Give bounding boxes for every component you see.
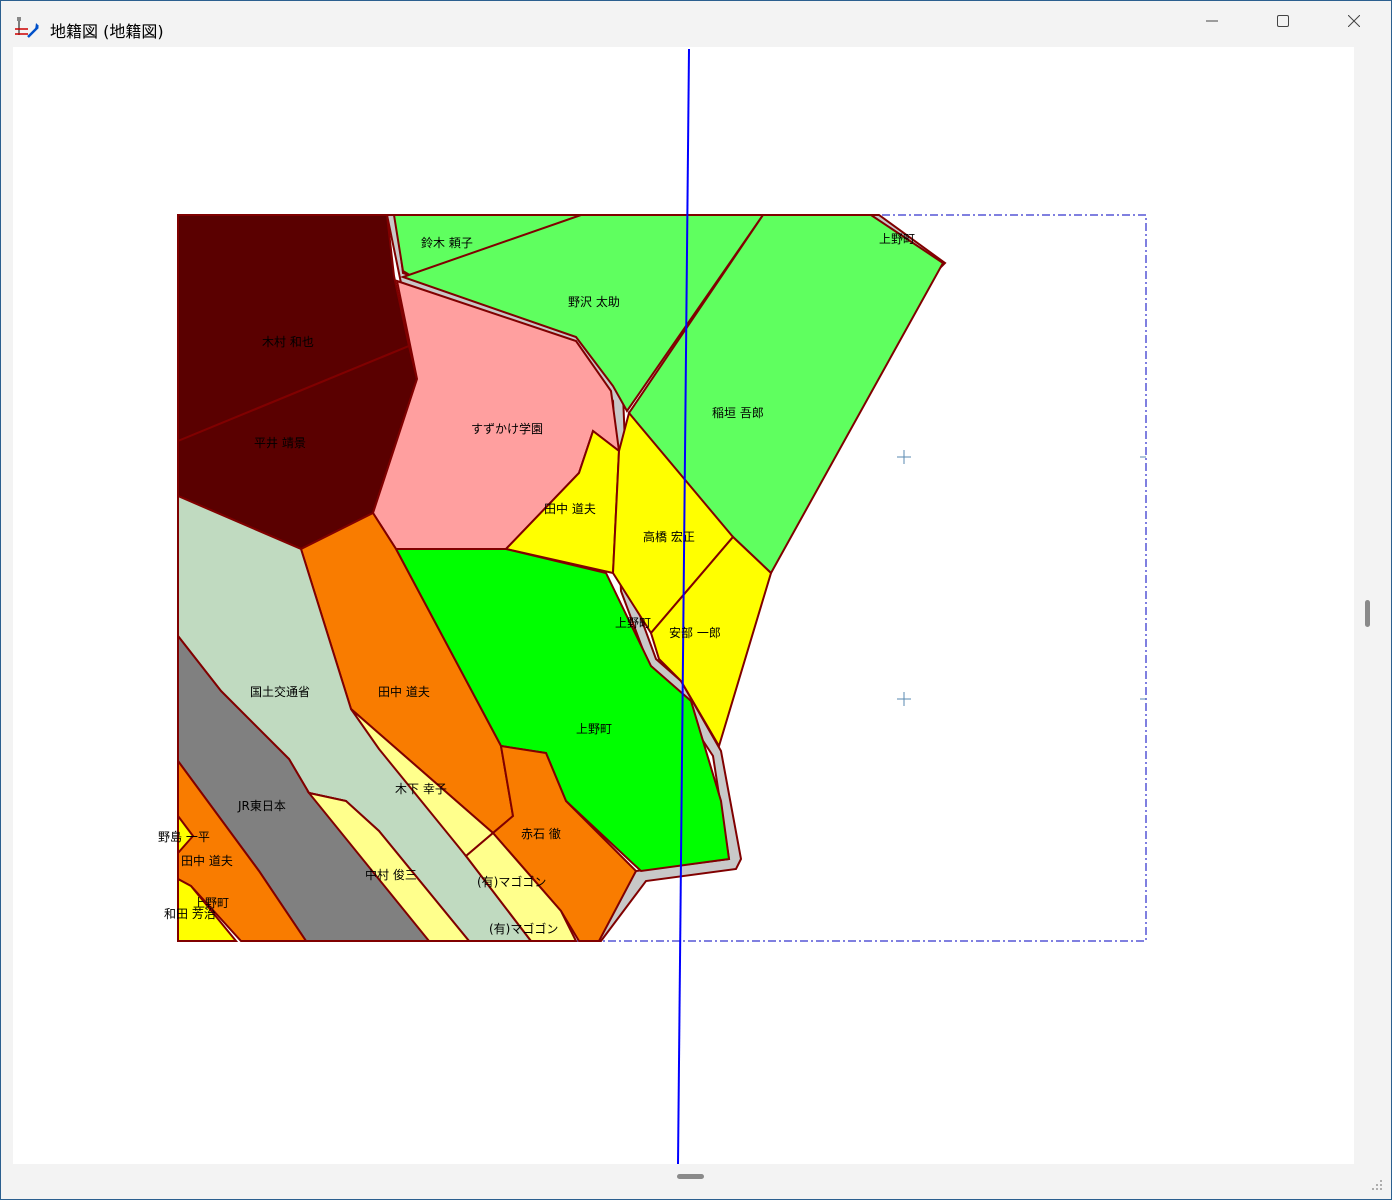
label-ueno-top: 上野町 (879, 232, 915, 246)
cadastral-map[interactable]: 鈴木 頼子 上野町 野沢 太助 木村 和也 稲垣 吾郎 平井 靖景 すずかけ学園… (13, 47, 1354, 1164)
horizontal-scrollbar[interactable] (13, 1164, 1354, 1189)
label-nojima: 野島 一平 (158, 829, 210, 844)
label-wada: 和田 芳治 (164, 907, 216, 921)
window-title: 地籍図 (地籍図) (50, 22, 164, 41)
horizontal-scroll-thumb[interactable] (677, 1174, 704, 1179)
label-kinoshita: 木下 幸子 (395, 782, 447, 796)
label-ueno-green: 上野町 (576, 722, 612, 736)
label-kokudo: 国土交通省 (250, 684, 310, 699)
label-kimura: 木村 和也 (262, 335, 314, 349)
maximize-button[interactable] (1260, 7, 1306, 35)
vertical-scrollbar[interactable] (1354, 47, 1381, 1164)
label-magogon-2: (有)マゴゴン (489, 921, 558, 936)
label-nozawa: 野沢 太助 (568, 294, 620, 309)
app-window: 地籍図 (地籍図) 鈴木 頼子 上野町 野沢 太助 木村 和也 稲垣 吾郎 平井… (0, 0, 1392, 1200)
grid-crosshairs (897, 450, 1146, 706)
label-abe: 安部 一郎 (669, 625, 721, 640)
cadastral-map-app-icon (15, 17, 39, 38)
minimize-button[interactable] (1189, 7, 1235, 35)
label-ueno-mid: 上野町 (615, 616, 651, 630)
resize-grip-icon[interactable] (1371, 1179, 1383, 1191)
label-suzukake: すずかけ学園 (471, 421, 543, 436)
minimize-icon (1206, 20, 1218, 22)
label-inagaki: 稲垣 吾郎 (712, 406, 764, 420)
close-icon (1348, 15, 1360, 27)
label-jr: JR東日本 (237, 799, 286, 813)
label-hirai: 平井 靖景 (254, 436, 306, 450)
label-akaishi: 赤石 徹 (521, 826, 561, 841)
maximize-icon (1277, 15, 1289, 27)
label-magogon-1: (有)マゴゴン (477, 874, 546, 889)
title-bar[interactable]: 地籍図 (地籍図) (1, 1, 1391, 47)
label-suzuki: 鈴木 頼子 (421, 235, 473, 250)
close-button[interactable] (1331, 7, 1377, 35)
map-canvas[interactable]: 鈴木 頼子 上野町 野沢 太助 木村 和也 稲垣 吾郎 平井 靖景 すずかけ学園… (13, 47, 1354, 1164)
label-tanaka-michio-1: 田中 道夫 (544, 501, 596, 516)
label-nakamura: 中村 俊三 (365, 867, 417, 882)
vertical-scroll-thumb[interactable] (1365, 600, 1370, 627)
label-tanaka-michio-2: 田中 道夫 (378, 684, 430, 699)
label-tanaka-michio-3: 田中 道夫 (181, 853, 233, 868)
label-takahashi: 高橋 宏正 (643, 529, 695, 544)
